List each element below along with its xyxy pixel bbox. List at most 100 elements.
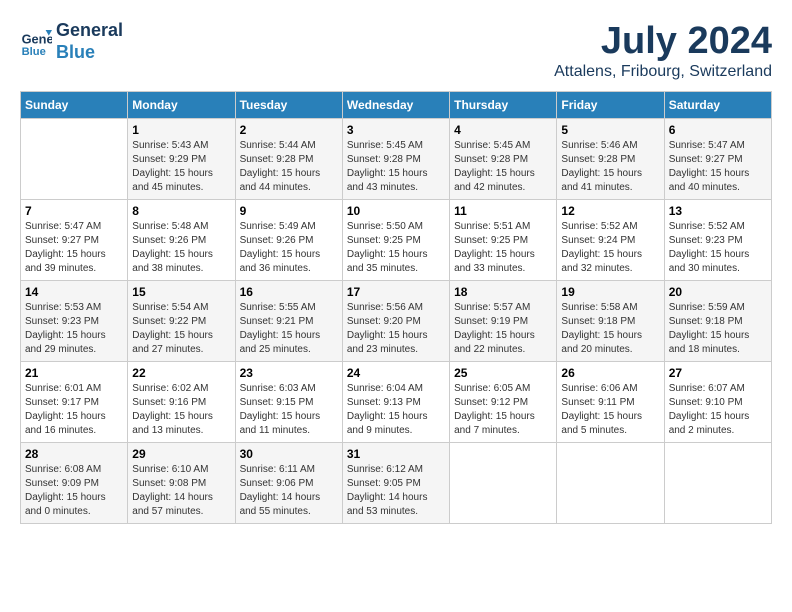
daylight-text: Daylight: 15 hours and 2 minutes. [669, 410, 767, 438]
calendar-day-cell: 11Sunrise: 5:51 AMSunset: 9:25 PMDayligh… [450, 200, 557, 281]
logo-line1: General [56, 20, 123, 42]
calendar-day-cell: 18Sunrise: 5:57 AMSunset: 9:19 PMDayligh… [450, 281, 557, 362]
day-number: 9 [240, 204, 338, 218]
calendar-week-row: 7Sunrise: 5:47 AMSunset: 9:27 PMDaylight… [21, 200, 772, 281]
day-number: 31 [347, 447, 445, 461]
day-info: Sunrise: 5:45 AMSunset: 9:28 PMDaylight:… [347, 139, 445, 195]
day-number: 6 [669, 123, 767, 137]
sunset-text: Sunset: 9:28 PM [561, 153, 659, 167]
day-info: Sunrise: 6:03 AMSunset: 9:15 PMDaylight:… [240, 382, 338, 438]
sunrise-text: Sunrise: 6:03 AM [240, 382, 338, 396]
daylight-text: Daylight: 15 hours and 41 minutes. [561, 167, 659, 195]
day-number: 18 [454, 285, 552, 299]
day-info: Sunrise: 6:08 AMSunset: 9:09 PMDaylight:… [25, 463, 123, 519]
sunset-text: Sunset: 9:16 PM [132, 396, 230, 410]
calendar-week-row: 14Sunrise: 5:53 AMSunset: 9:23 PMDayligh… [21, 281, 772, 362]
sunrise-text: Sunrise: 5:52 AM [561, 220, 659, 234]
weekday-header-cell: Friday [557, 92, 664, 119]
day-number: 13 [669, 204, 767, 218]
daylight-text: Daylight: 15 hours and 39 minutes. [25, 248, 123, 276]
day-number: 7 [25, 204, 123, 218]
sunrise-text: Sunrise: 5:57 AM [454, 301, 552, 315]
sunset-text: Sunset: 9:05 PM [347, 477, 445, 491]
day-number: 25 [454, 366, 552, 380]
calendar-day-cell: 15Sunrise: 5:54 AMSunset: 9:22 PMDayligh… [128, 281, 235, 362]
day-info: Sunrise: 6:12 AMSunset: 9:05 PMDaylight:… [347, 463, 445, 519]
calendar-day-cell: 28Sunrise: 6:08 AMSunset: 9:09 PMDayligh… [21, 443, 128, 524]
weekday-header-row: SundayMondayTuesdayWednesdayThursdayFrid… [21, 92, 772, 119]
sunset-text: Sunset: 9:26 PM [132, 234, 230, 248]
day-info: Sunrise: 5:54 AMSunset: 9:22 PMDaylight:… [132, 301, 230, 357]
daylight-text: Daylight: 15 hours and 5 minutes. [561, 410, 659, 438]
calendar-subtitle: Attalens, Fribourg, Switzerland [554, 63, 772, 81]
sunset-text: Sunset: 9:11 PM [561, 396, 659, 410]
sunset-text: Sunset: 9:28 PM [454, 153, 552, 167]
sunrise-text: Sunrise: 6:05 AM [454, 382, 552, 396]
sunrise-text: Sunrise: 5:53 AM [25, 301, 123, 315]
day-info: Sunrise: 6:05 AMSunset: 9:12 PMDaylight:… [454, 382, 552, 438]
calendar-day-cell: 30 Sunrise: 6:11 AMSunset: 9:06 PMDayligh… [235, 443, 342, 524]
calendar-day-cell: 24Sunrise: 6:04 AMSunset: 9:13 PMDayligh… [342, 362, 449, 443]
calendar-day-cell [21, 119, 128, 200]
day-info: Sunrise: 5:55 AMSunset: 9:21 PMDaylight:… [240, 301, 338, 357]
sunset-text: Sunset: 9:10 PM [669, 396, 767, 410]
day-number: 29 [132, 447, 230, 461]
day-info: Sunrise: 5:49 AMSunset: 9:26 PMDaylight:… [240, 220, 338, 276]
sunrise-text: Sunrise: 5:45 AM [454, 139, 552, 153]
sunrise-text: Sunrise: 6:06 AM [561, 382, 659, 396]
daylight-text: Daylight: 15 hours and 20 minutes. [561, 329, 659, 357]
sunrise-text: Sunrise: 5:44 AM [240, 139, 338, 153]
day-number: 17 [347, 285, 445, 299]
sunset-text: Sunset: 9:28 PM [347, 153, 445, 167]
daylight-text: Daylight: 15 hours and 35 minutes. [347, 248, 445, 276]
calendar-day-cell: 12Sunrise: 5:52 AMSunset: 9:24 PMDayligh… [557, 200, 664, 281]
sunrise-text: Sunrise: 6:02 AM [132, 382, 230, 396]
logo-line2: Blue [56, 42, 123, 64]
day-info: Sunrise: 5:44 AMSunset: 9:28 PMDaylight:… [240, 139, 338, 195]
calendar-day-cell: 25 Sunrise: 6:05 AMSunset: 9:12 PMDayligh… [450, 362, 557, 443]
day-number: 30 [240, 447, 338, 461]
sunset-text: Sunset: 9:26 PM [240, 234, 338, 248]
daylight-text: Daylight: 15 hours and 23 minutes. [347, 329, 445, 357]
day-number: 4 [454, 123, 552, 137]
calendar-day-cell: 17 Sunrise: 5:56 AMSunset: 9:20 PMDayligh… [342, 281, 449, 362]
day-info: Sunrise: 5:52 AMSunset: 9:23 PMDaylight:… [669, 220, 767, 276]
weekday-header-cell: Tuesday [235, 92, 342, 119]
sunrise-text: Sunrise: 5:56 AM [347, 301, 445, 315]
daylight-text: Daylight: 15 hours and 22 minutes. [454, 329, 552, 357]
sunset-text: Sunset: 9:24 PM [561, 234, 659, 248]
calendar-day-cell: 7Sunrise: 5:47 AMSunset: 9:27 PMDaylight… [21, 200, 128, 281]
day-number: 3 [347, 123, 445, 137]
calendar-day-cell: 2Sunrise: 5:44 AMSunset: 9:28 PMDaylight… [235, 119, 342, 200]
daylight-text: Daylight: 15 hours and 25 minutes. [240, 329, 338, 357]
weekday-header-cell: Wednesday [342, 92, 449, 119]
day-info: Sunrise: 5:53 AMSunset: 9:23 PMDaylight:… [25, 301, 123, 357]
logo-icon: General Blue [20, 26, 52, 58]
day-info: Sunrise: 6:01 AMSunset: 9:17 PMDaylight:… [25, 382, 123, 438]
day-info: Sunrise: 5:56 AMSunset: 9:20 PMDaylight:… [347, 301, 445, 357]
sunrise-text: Sunrise: 5:59 AM [669, 301, 767, 315]
day-number: 5 [561, 123, 659, 137]
sunrise-text: Sunrise: 6:01 AM [25, 382, 123, 396]
calendar-day-cell: 5Sunrise: 5:46 AMSunset: 9:28 PMDaylight… [557, 119, 664, 200]
sunrise-text: Sunrise: 6:07 AM [669, 382, 767, 396]
day-info: Sunrise: 5:43 AMSunset: 9:29 PMDaylight:… [132, 139, 230, 195]
daylight-text: Daylight: 15 hours and 18 minutes. [669, 329, 767, 357]
daylight-text: Daylight: 15 hours and 7 minutes. [454, 410, 552, 438]
calendar-title: July 2024 [554, 20, 772, 63]
sunrise-text: Sunrise: 5:50 AM [347, 220, 445, 234]
day-info: Sunrise: 6:11 AMSunset: 9:06 PMDaylight:… [240, 463, 338, 519]
calendar-day-cell: 16 Sunrise: 5:55 AMSunset: 9:21 PMDayligh… [235, 281, 342, 362]
daylight-text: Daylight: 15 hours and 13 minutes. [132, 410, 230, 438]
sunset-text: Sunset: 9:09 PM [25, 477, 123, 491]
day-info: Sunrise: 5:51 AMSunset: 9:25 PMDaylight:… [454, 220, 552, 276]
calendar-day-cell: 6 Sunrise: 5:47 AMSunset: 9:27 PMDaylight… [664, 119, 771, 200]
day-number: 16 [240, 285, 338, 299]
sunset-text: Sunset: 9:18 PM [561, 315, 659, 329]
day-info: Sunrise: 5:47 AMSunset: 9:27 PMDaylight:… [669, 139, 767, 195]
day-number: 27 [669, 366, 767, 380]
sunrise-text: Sunrise: 6:12 AM [347, 463, 445, 477]
sunrise-text: Sunrise: 5:55 AM [240, 301, 338, 315]
daylight-text: Daylight: 15 hours and 42 minutes. [454, 167, 552, 195]
calendar-week-row: 21Sunrise: 6:01 AMSunset: 9:17 PMDayligh… [21, 362, 772, 443]
